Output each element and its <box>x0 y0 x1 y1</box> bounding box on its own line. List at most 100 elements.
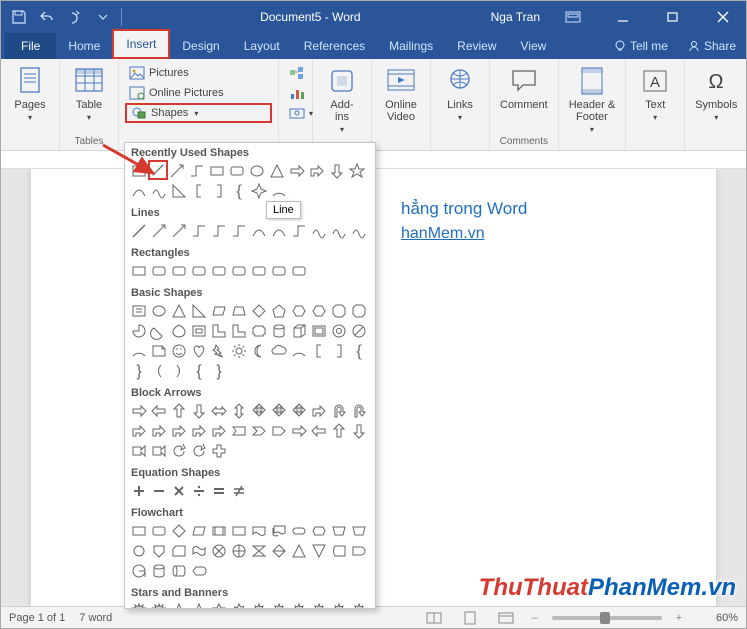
shape-pentarr[interactable] <box>269 421 289 441</box>
shape-rbrace[interactable]: } <box>129 361 149 381</box>
shape-block[interactable] <box>349 321 369 341</box>
shape-flowpredef[interactable] <box>209 521 229 541</box>
shape-line[interactable] <box>129 221 149 241</box>
shape-eqminus[interactable] <box>149 481 169 501</box>
shape-eqplus[interactable] <box>129 481 149 501</box>
tell-me[interactable]: Tell me <box>604 33 678 59</box>
shape-flowterm[interactable] <box>289 521 309 541</box>
shape-flowproc[interactable] <box>129 521 149 541</box>
shape-fold[interactable] <box>149 341 169 361</box>
shape-star6[interactable] <box>209 601 229 609</box>
shape-notch[interactable] <box>229 421 249 441</box>
shape-star8[interactable] <box>309 601 329 609</box>
shape-arrUturn[interactable] <box>349 401 369 421</box>
tab-layout[interactable]: Layout <box>232 33 292 59</box>
shape-donut[interactable] <box>329 321 349 341</box>
shape-rbrack[interactable] <box>329 341 349 361</box>
shape-arrLR[interactable] <box>209 401 229 421</box>
shape-flowdata[interactable] <box>189 521 209 541</box>
shape-lparen[interactable] <box>149 361 169 381</box>
shape-arrD[interactable] <box>189 401 209 421</box>
shape-oct[interactable] <box>349 301 369 321</box>
symbols-button[interactable]: Ω Symbols▾ <box>691 63 741 124</box>
shape-flowsum[interactable] <box>209 541 229 561</box>
shape-explo[interactable] <box>129 601 149 609</box>
user-name[interactable]: Nga Tran <box>491 10 540 24</box>
shape-rrect[interactable] <box>189 261 209 281</box>
shape-textbox[interactable] <box>129 301 149 321</box>
shape-flowmag[interactable] <box>149 561 169 581</box>
shape-arrUturn[interactable] <box>329 401 349 421</box>
shape-lbrace[interactable]: { <box>349 341 369 361</box>
shape-conn[interactable] <box>189 221 209 241</box>
shape-arrL[interactable] <box>309 421 329 441</box>
shape-cube[interactable] <box>289 321 309 341</box>
shape-rect[interactable] <box>207 161 227 181</box>
shape-flowstor[interactable] <box>329 541 349 561</box>
shape-flowtape[interactable] <box>189 541 209 561</box>
shape-arc[interactable] <box>129 341 149 361</box>
shape-tear[interactable] <box>169 321 189 341</box>
text-button[interactable]: A Text▾ <box>632 63 678 124</box>
shape-star5[interactable] <box>189 601 209 609</box>
tab-insert[interactable]: Insert <box>112 29 170 59</box>
shape-star8[interactable] <box>349 601 369 609</box>
shape-eqeq[interactable] <box>209 481 229 501</box>
shape-star8[interactable] <box>289 601 309 609</box>
shape-flowdisk[interactable] <box>169 561 189 581</box>
zoom-level[interactable]: 60% <box>696 612 738 624</box>
print-layout-icon[interactable] <box>459 609 481 627</box>
shape-flowconn[interactable] <box>129 541 149 561</box>
shape-lbrack[interactable] <box>189 181 209 201</box>
shape-hex[interactable] <box>309 301 329 321</box>
shape-cloud[interactable] <box>269 341 289 361</box>
shape-arr4[interactable] <box>289 401 309 421</box>
tab-mailings[interactable]: Mailings <box>377 33 445 59</box>
shape-star7[interactable] <box>229 601 249 609</box>
tab-home[interactable]: Home <box>56 33 112 59</box>
screenshot-button[interactable]: ▾ <box>285 103 306 123</box>
shape-arrBent[interactable] <box>129 421 149 441</box>
tab-review[interactable]: Review <box>445 33 508 59</box>
shape-plus[interactable] <box>209 441 229 461</box>
shape-free[interactable] <box>329 221 349 241</box>
tab-references[interactable]: References <box>292 33 377 59</box>
links-button[interactable]: Links▾ <box>437 63 483 124</box>
tab-view[interactable]: View <box>509 33 559 59</box>
shape-arrR[interactable] <box>289 421 309 441</box>
shape-circarr[interactable] <box>189 441 209 461</box>
shape-arrU[interactable] <box>169 401 189 421</box>
maximize-icon[interactable] <box>650 1 696 32</box>
shape-lbrace[interactable]: { <box>229 181 249 201</box>
pages-button[interactable]: Pages▾ <box>7 63 53 124</box>
shape-rrect[interactable] <box>289 261 309 281</box>
shape-heart[interactable] <box>189 341 209 361</box>
addins-button[interactable]: Add- ins▾ <box>319 63 365 136</box>
shape-arrR[interactable] <box>287 161 307 181</box>
qat-customize-icon[interactable] <box>91 5 115 29</box>
shape-eqmult[interactable] <box>169 481 189 501</box>
shape-rrect[interactable] <box>227 161 247 181</box>
shape-conn[interactable] <box>289 221 309 241</box>
tab-file[interactable]: File <box>5 33 56 59</box>
close-icon[interactable] <box>700 1 746 32</box>
shape-flowcard[interactable] <box>169 541 189 561</box>
zoom-thumb[interactable] <box>600 612 610 624</box>
shape-rrect[interactable] <box>249 261 269 281</box>
shape-explo[interactable] <box>149 601 169 609</box>
shape-flowextr[interactable] <box>289 541 309 561</box>
shape-arrD[interactable] <box>349 421 369 441</box>
shape-light[interactable] <box>209 341 229 361</box>
shape-arrU[interactable] <box>329 421 349 441</box>
shape-star4[interactable] <box>249 181 269 201</box>
shape-oval[interactable] <box>149 301 169 321</box>
shape-lbrace[interactable]: { <box>189 361 209 381</box>
header-footer-button[interactable]: Header & Footer▾ <box>565 63 619 136</box>
shape-trap[interactable] <box>229 301 249 321</box>
shape-flowproc[interactable] <box>229 521 249 541</box>
shape-flowseq[interactable] <box>129 561 149 581</box>
comment-button[interactable]: Comment <box>496 63 552 113</box>
shape-chord[interactable] <box>149 321 169 341</box>
shape-free[interactable] <box>309 221 329 241</box>
shape-flowman[interactable] <box>349 521 369 541</box>
